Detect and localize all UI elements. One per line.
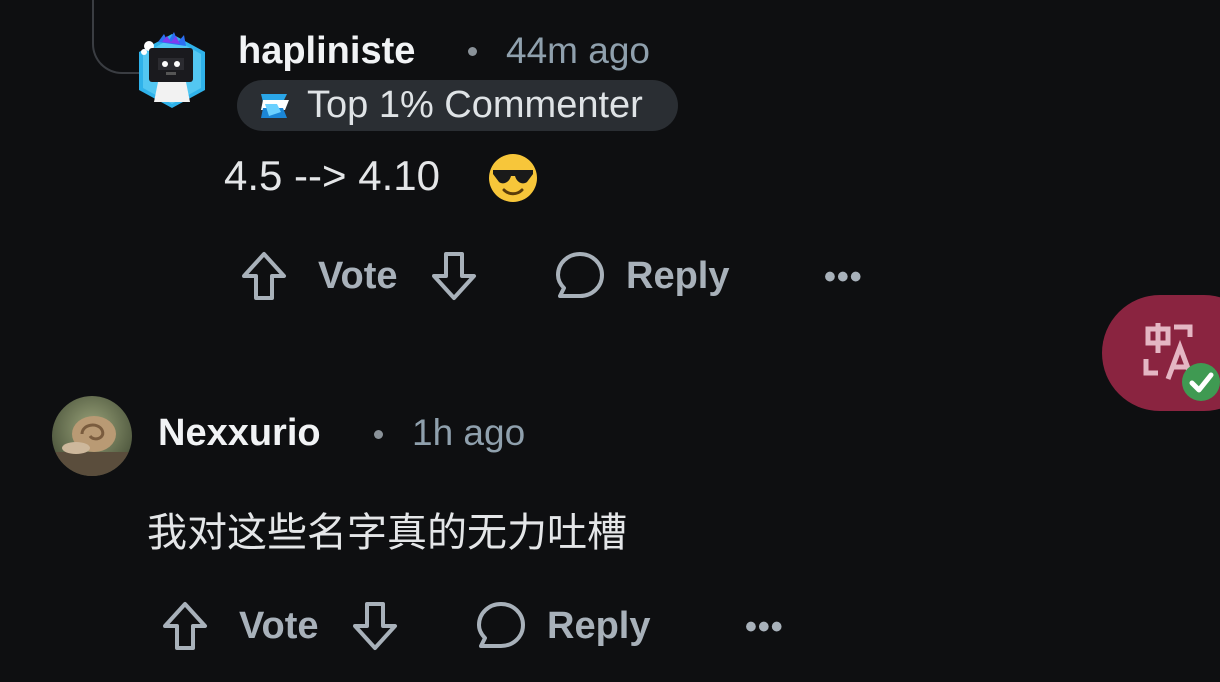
upvote-icon[interactable] — [159, 598, 211, 654]
comment-body: 我对这些名字真的无力吐槽 — [147, 510, 627, 556]
vote-label: Vote — [239, 605, 319, 647]
timestamp: 1h ago — [412, 412, 526, 453]
more-options-button[interactable]: ••• — [824, 260, 863, 294]
reply-label: Reply — [626, 255, 730, 297]
downvote-icon[interactable] — [349, 598, 401, 654]
reply-label: Reply — [547, 605, 651, 647]
comment-actions: Vote Reply ••• — [238, 246, 878, 306]
comment-actions: Vote Reply ••• — [159, 596, 799, 656]
separator-dot — [374, 430, 383, 439]
username[interactable]: hapliniste — [238, 30, 415, 73]
downvote-icon[interactable] — [428, 248, 480, 304]
check-icon — [1182, 363, 1220, 401]
avatar[interactable] — [52, 396, 132, 476]
more-options-button[interactable]: ••• — [745, 610, 784, 644]
translate-button[interactable] — [1102, 295, 1220, 411]
comment-body: 4.5 --> 4.10 — [224, 152, 440, 199]
comment-bubble-icon — [556, 252, 604, 298]
smiling-face-with-sunglasses-icon — [489, 154, 537, 202]
vote-label: Vote — [318, 255, 398, 297]
separator-dot — [468, 47, 477, 56]
top-commenter-icon — [261, 94, 289, 118]
user-avatar-snail-icon — [52, 396, 132, 476]
upvote-icon[interactable] — [238, 248, 290, 304]
timestamp: 44m ago — [506, 30, 650, 71]
comment-thread: hapliniste 44m ago Top 1% Commenter 4.5 … — [0, 0, 1220, 682]
thread-connector-line — [92, 0, 142, 74]
user-flair-badge: Top 1% Commenter — [237, 80, 678, 131]
username[interactable]: Nexxurio — [158, 412, 321, 455]
user-avatar-robot-icon — [139, 32, 205, 108]
avatar[interactable] — [136, 32, 208, 110]
flair-label: Top 1% Commenter — [307, 84, 643, 126]
comment-bubble-icon — [477, 602, 525, 648]
